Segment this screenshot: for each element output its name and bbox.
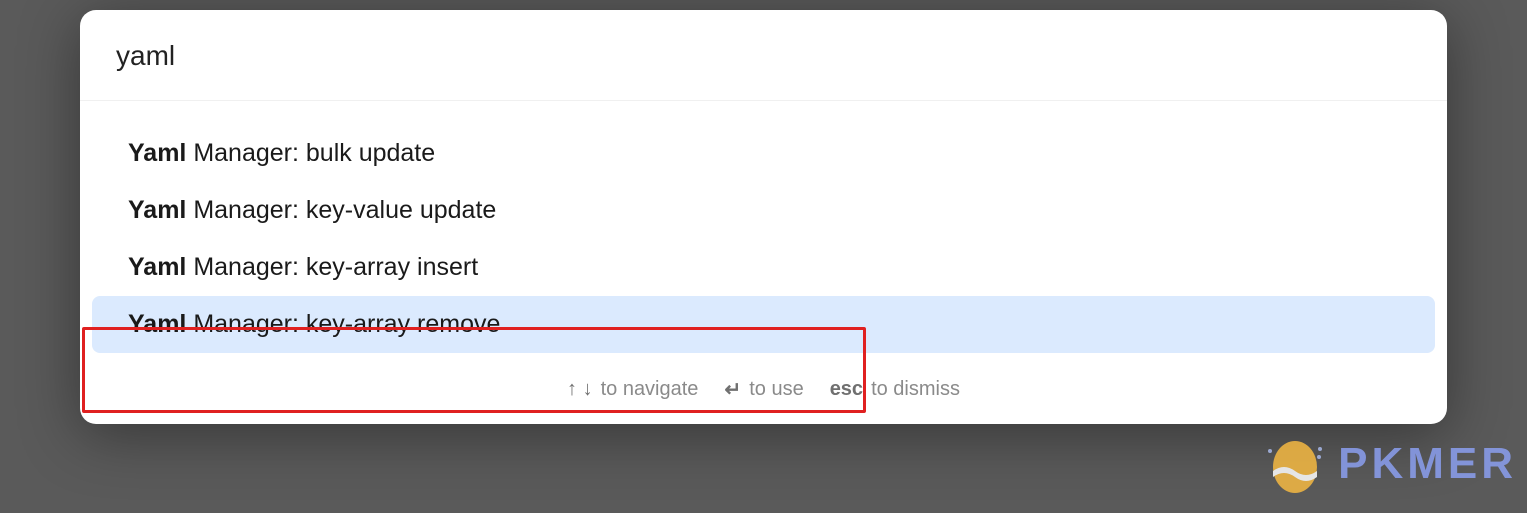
command-rest: Manager: key-array insert <box>186 253 478 281</box>
watermark-text: PKMER <box>1338 439 1517 489</box>
dismiss-label: to dismiss <box>871 378 960 401</box>
use-label: to use <box>749 378 803 401</box>
hint-use: ↵ to use <box>724 377 803 402</box>
command-prefix: Yaml <box>128 310 186 338</box>
command-item[interactable]: Yaml Manager: key-value update <box>92 182 1435 239</box>
use-keys: ↵ <box>724 377 741 402</box>
search-area <box>80 10 1447 101</box>
command-rest: Manager: bulk update <box>186 139 435 167</box>
results-list: Yaml Manager: bulk update Yaml Manager: … <box>80 101 1447 357</box>
command-palette: Yaml Manager: bulk update Yaml Manager: … <box>80 10 1447 424</box>
hint-dismiss: esc to dismiss <box>830 378 960 401</box>
watermark-logo-icon <box>1264 433 1326 495</box>
command-rest: Manager: key-array remove <box>186 310 500 338</box>
command-prefix: Yaml <box>128 139 186 167</box>
dismiss-keys: esc <box>830 378 863 401</box>
command-item[interactable]: Yaml Manager: key-array remove <box>92 296 1435 353</box>
command-prefix: Yaml <box>128 253 186 281</box>
watermark: PKMER <box>1264 433 1517 495</box>
command-rest: Manager: key-value update <box>186 196 496 224</box>
command-item[interactable]: Yaml Manager: key-array insert <box>92 239 1435 296</box>
hints-bar: ↑ ↓ to navigate ↵ to use esc to dismiss <box>80 357 1447 424</box>
search-input[interactable] <box>116 40 1411 72</box>
command-item[interactable]: Yaml Manager: bulk update <box>92 125 1435 182</box>
nav-label: to navigate <box>601 378 699 401</box>
command-prefix: Yaml <box>128 196 186 224</box>
nav-keys: ↑ ↓ <box>567 378 593 401</box>
hint-navigate: ↑ ↓ to navigate <box>567 378 698 401</box>
